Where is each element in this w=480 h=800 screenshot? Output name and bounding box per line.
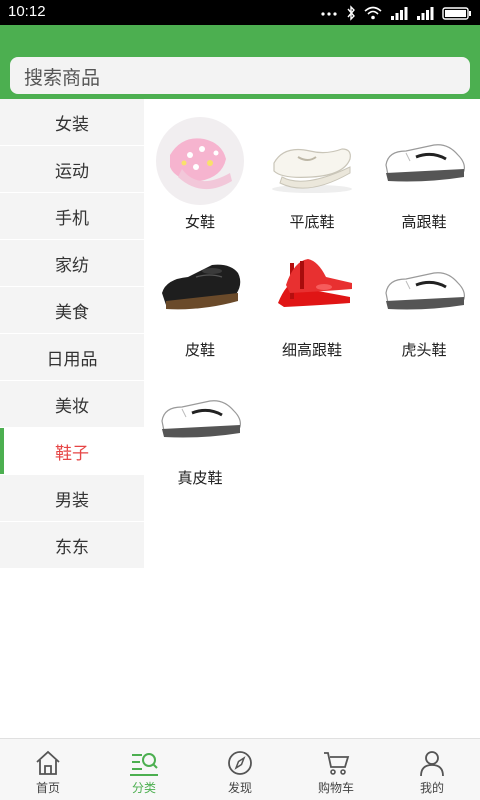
tab-discover[interactable]: 发现 — [192, 739, 288, 800]
bluetooth-icon — [346, 5, 356, 21]
tab-label: 我的 — [419, 781, 444, 795]
dots-icon — [320, 5, 338, 21]
tab-label: 购物车 — [317, 781, 354, 795]
product-item[interactable]: 女鞋 — [144, 99, 256, 231]
cart-icon — [324, 752, 350, 775]
app-screen: 10:12 搜索商品 女装 运动 手机 家纺 美食 日用品 美妆 鞋子 男装 东… — [0, 0, 480, 800]
compass-icon — [228, 751, 252, 775]
sidebar-item-phones[interactable]: 手机 — [0, 193, 144, 240]
tab-category[interactable]: 分类 — [96, 739, 192, 800]
sidebar-item-shoes[interactable]: 鞋子 — [0, 428, 144, 475]
battery-icon — [442, 5, 472, 21]
sidebar-item-food[interactable]: 美食 — [0, 287, 144, 334]
status-time: 10:12 — [8, 3, 46, 20]
sidebar-item-makeup[interactable]: 美妆 — [0, 381, 144, 428]
tab-label: 分类 — [131, 781, 156, 795]
sneaker-image — [385, 144, 465, 182]
sidebar-item-home-textiles[interactable]: 家纺 — [0, 240, 144, 287]
product-item[interactable]: 细高跟鞋 — [256, 227, 368, 359]
tab-home[interactable]: 首页 — [0, 739, 96, 800]
tab-label: 发现 — [227, 781, 252, 795]
sidebar-item-dongdong[interactable]: 东东 — [0, 522, 144, 569]
product-label: 真皮鞋 — [177, 469, 223, 487]
product-item[interactable]: 高跟鞋 — [368, 99, 480, 231]
tab-label: 首页 — [35, 781, 60, 795]
user-icon — [420, 751, 444, 777]
baby-sandal-image — [156, 117, 244, 205]
category-search-icon — [130, 753, 158, 776]
product-item[interactable]: 皮鞋 — [144, 227, 256, 359]
wifi-icon — [364, 5, 382, 21]
home-icon — [36, 750, 60, 775]
product-item[interactable]: 虎头鞋 — [368, 227, 480, 359]
search-placeholder: 搜索商品 — [24, 67, 101, 89]
product-label: 细高跟鞋 — [281, 341, 342, 359]
sneaker-image — [161, 400, 241, 438]
signal-icon — [390, 5, 408, 21]
product-item[interactable]: 平底鞋 — [256, 99, 368, 231]
category-sidebar: 女装 运动 手机 家纺 美食 日用品 美妆 鞋子 男装 东东 — [0, 99, 144, 569]
flat-shoe-image — [272, 148, 352, 193]
product-label: 虎头鞋 — [401, 341, 447, 359]
tab-cart[interactable]: 购物车 — [288, 739, 384, 800]
header-bar: 搜索商品 — [0, 25, 480, 99]
sidebar-item-women[interactable]: 女装 — [0, 99, 144, 146]
leather-shoe-image — [162, 264, 241, 310]
tab-mine[interactable]: 我的 — [384, 739, 480, 800]
bottom-tab-bar: 首页 分类 发现 购物车 我的 — [0, 738, 480, 800]
red-high-heel-image — [278, 259, 352, 307]
sidebar-item-daily-goods[interactable]: 日用品 — [0, 334, 144, 381]
status-icons — [320, 4, 472, 22]
search-input[interactable]: 搜索商品 — [10, 57, 470, 94]
product-item[interactable]: 真皮鞋 — [144, 355, 256, 487]
status-bar: 10:12 — [0, 0, 480, 25]
sidebar-item-sports[interactable]: 运动 — [0, 146, 144, 193]
signal-icon — [416, 5, 434, 21]
sidebar-item-men[interactable]: 男装 — [0, 475, 144, 522]
sneaker-image — [385, 272, 465, 310]
